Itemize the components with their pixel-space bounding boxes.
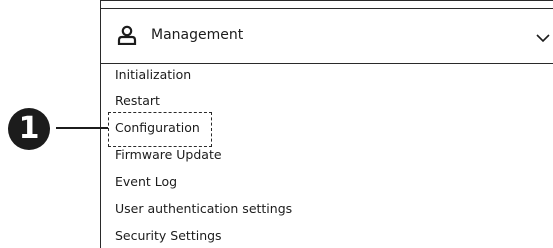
callout-number-badge: 1 — [8, 108, 50, 150]
menu-item-restart[interactable]: Restart — [115, 91, 160, 111]
management-menu-header[interactable]: Management — [101, 8, 553, 64]
management-title: Management — [151, 27, 244, 43]
menu-item-user-authentication-settings[interactable]: User authentication settings — [115, 199, 292, 219]
callout-line — [56, 127, 108, 129]
menu-item-initialization[interactable]: Initialization — [115, 65, 191, 85]
menu-item-security-settings[interactable]: Security Settings — [115, 226, 222, 246]
person-icon — [117, 25, 137, 45]
menu-item-event-log[interactable]: Event Log — [115, 172, 177, 192]
menu-item-firmware-update[interactable]: Firmware Update — [115, 145, 222, 165]
chevron-down-icon[interactable] — [535, 31, 551, 45]
configuration-highlight-box — [108, 112, 212, 147]
